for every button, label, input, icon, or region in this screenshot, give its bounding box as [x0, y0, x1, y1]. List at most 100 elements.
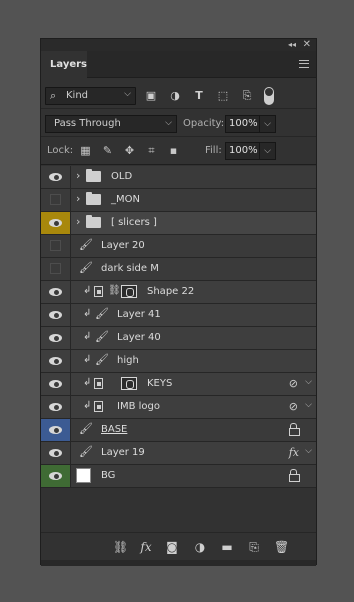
- clipping-mask-icon: ↲: [83, 285, 92, 296]
- layer-row[interactable]: 🖌 Layer 20: [41, 235, 316, 258]
- visibility-toggle[interactable]: [41, 281, 71, 303]
- smart-filters-icon[interactable]: ⊘: [289, 377, 298, 390]
- layer-row[interactable]: ↲ 🖌 high: [41, 350, 316, 373]
- clipping-mask-icon: ↲: [83, 331, 92, 342]
- visibility-toggle[interactable]: [41, 258, 71, 280]
- brush-icon: 🖌: [79, 238, 93, 251]
- layer-effects-icon[interactable]: fx: [289, 446, 299, 459]
- layer-row[interactable]: ↲ IMB logo ⊘ ⌵: [41, 396, 316, 419]
- layers-list: › OLD › _MON › [ slicers ] 🖌 Layer 20 🖌 …: [41, 166, 316, 490]
- panel-menu-icon[interactable]: [299, 60, 309, 68]
- visibility-toggle[interactable]: [41, 212, 71, 234]
- link-icon: ⛓: [108, 285, 121, 296]
- add-mask-icon[interactable]: ◙: [165, 540, 179, 554]
- visibility-toggle[interactable]: [41, 304, 71, 326]
- filter-pixel-layers-icon[interactable]: ▣: [145, 90, 157, 102]
- chevron-down-icon[interactable]: ⌵: [305, 377, 312, 387]
- hidden-visibility-box: [50, 263, 61, 274]
- eye-icon: [49, 425, 62, 435]
- chevron-down-icon[interactable]: ⌵: [305, 446, 312, 456]
- layer-name: BASE: [101, 424, 128, 435]
- layer-row[interactable]: BG: [41, 465, 316, 488]
- new-group-icon[interactable]: ▬: [220, 540, 234, 554]
- delete-layer-icon[interactable]: 🗑: [274, 540, 289, 554]
- brush-icon: 🖌: [79, 422, 93, 435]
- smart-object-icon: [94, 401, 103, 412]
- layer-row[interactable]: ↲ KEYS ⊘ ⌵: [41, 373, 316, 396]
- fill-field[interactable]: 100%: [225, 142, 260, 160]
- layer-name: IMB logo: [117, 401, 160, 412]
- filter-row: ⌕ Kind ⌵ ▣ ◑ T ⬚ ⎘: [41, 79, 316, 109]
- opacity-dropdown-button[interactable]: ⌵: [259, 115, 276, 133]
- visibility-toggle[interactable]: [41, 396, 71, 418]
- panel-top-strip: ◂◂ ✕: [41, 39, 316, 51]
- layer-row[interactable]: › [ slicers ]: [41, 212, 316, 235]
- lock-label: Lock:: [47, 145, 74, 156]
- visibility-toggle[interactable]: [41, 350, 71, 372]
- layer-name: high: [117, 355, 139, 366]
- layer-row[interactable]: 🖌 BASE: [41, 419, 316, 442]
- close-panel-icon[interactable]: ✕: [303, 39, 311, 51]
- visibility-toggle[interactable]: [41, 465, 71, 487]
- lock-artboard-icon[interactable]: ⌗: [145, 144, 158, 157]
- link-layers-icon[interactable]: ⛓: [113, 540, 128, 554]
- lock-all-icon[interactable]: ▪: [167, 144, 180, 157]
- smart-filters-icon[interactable]: ⊘: [289, 400, 298, 413]
- eye-icon: [49, 287, 62, 297]
- filter-smart-objects-icon[interactable]: ⎘: [241, 90, 253, 102]
- hidden-visibility-box: [50, 194, 61, 205]
- vector-mask-thumbnail[interactable]: [121, 377, 137, 390]
- opacity-field[interactable]: 100%: [225, 115, 260, 133]
- filter-toggle-switch[interactable]: [264, 87, 274, 105]
- new-layer-icon[interactable]: ⎘: [247, 540, 261, 554]
- filter-shape-layers-icon[interactable]: ⬚: [217, 90, 229, 102]
- layer-row[interactable]: › OLD: [41, 166, 316, 189]
- filter-type-layers-icon[interactable]: T: [193, 90, 205, 102]
- clipping-mask-icon: ↲: [83, 354, 92, 365]
- lock-image-pixels-icon[interactable]: ✎: [101, 144, 114, 157]
- visibility-toggle[interactable]: [41, 235, 71, 257]
- eye-icon: [49, 356, 62, 366]
- lock-transparent-pixels-icon[interactable]: ▦: [79, 144, 92, 157]
- visibility-toggle[interactable]: [41, 373, 71, 395]
- brush-icon: 🖌: [79, 261, 93, 274]
- expand-arrow-icon[interactable]: ›: [76, 169, 80, 182]
- eye-icon: [49, 402, 62, 412]
- layer-row[interactable]: ↲ 🖌 Layer 40: [41, 327, 316, 350]
- vector-mask-thumbnail[interactable]: [121, 285, 137, 298]
- eye-icon: [49, 448, 62, 458]
- layer-row[interactable]: 🖌 dark side M: [41, 258, 316, 281]
- layer-row[interactable]: ↲ ⛓ Shape 22: [41, 281, 316, 304]
- layer-name: Layer 40: [117, 332, 161, 343]
- bottom-resize-strip[interactable]: [41, 560, 316, 566]
- filter-kind-select[interactable]: ⌕ Kind ⌵: [45, 87, 136, 105]
- eye-icon: [49, 471, 62, 481]
- lock-position-icon[interactable]: ✥: [123, 144, 136, 157]
- expand-arrow-icon[interactable]: ›: [76, 192, 80, 205]
- eye-icon: [49, 379, 62, 389]
- expand-arrow-icon[interactable]: ›: [76, 215, 80, 228]
- tab-layers[interactable]: Layers: [41, 51, 87, 78]
- folder-icon: [86, 192, 101, 205]
- layer-row[interactable]: › _MON: [41, 189, 316, 212]
- new-adjustment-layer-icon[interactable]: ◑: [193, 540, 207, 554]
- layer-name: KEYS: [147, 378, 173, 389]
- layer-name: dark side M: [101, 263, 159, 274]
- fill-dropdown-button[interactable]: ⌵: [259, 142, 276, 160]
- blend-row: Pass Through ⌵ Opacity: 100% ⌵: [41, 110, 316, 137]
- visibility-toggle[interactable]: [41, 327, 71, 349]
- chevron-down-icon[interactable]: ⌵: [305, 400, 312, 410]
- layer-name: [ slicers ]: [111, 217, 157, 228]
- blend-mode-select[interactable]: Pass Through ⌵: [45, 115, 177, 133]
- add-layer-style-icon[interactable]: fx: [139, 540, 153, 554]
- visibility-toggle[interactable]: [41, 166, 71, 188]
- layer-name: Layer 20: [101, 240, 145, 251]
- visibility-toggle[interactable]: [41, 189, 71, 211]
- visibility-toggle[interactable]: [41, 442, 71, 464]
- layer-row[interactable]: ↲ 🖌 Layer 41: [41, 304, 316, 327]
- collapse-panel-icon[interactable]: ◂◂: [288, 39, 296, 51]
- visibility-toggle[interactable]: [41, 419, 71, 441]
- filter-adjustment-layers-icon[interactable]: ◑: [169, 90, 181, 102]
- layer-thumbnail[interactable]: [76, 468, 91, 483]
- layer-row[interactable]: 🖌 Layer 19 fx ⌵: [41, 442, 316, 465]
